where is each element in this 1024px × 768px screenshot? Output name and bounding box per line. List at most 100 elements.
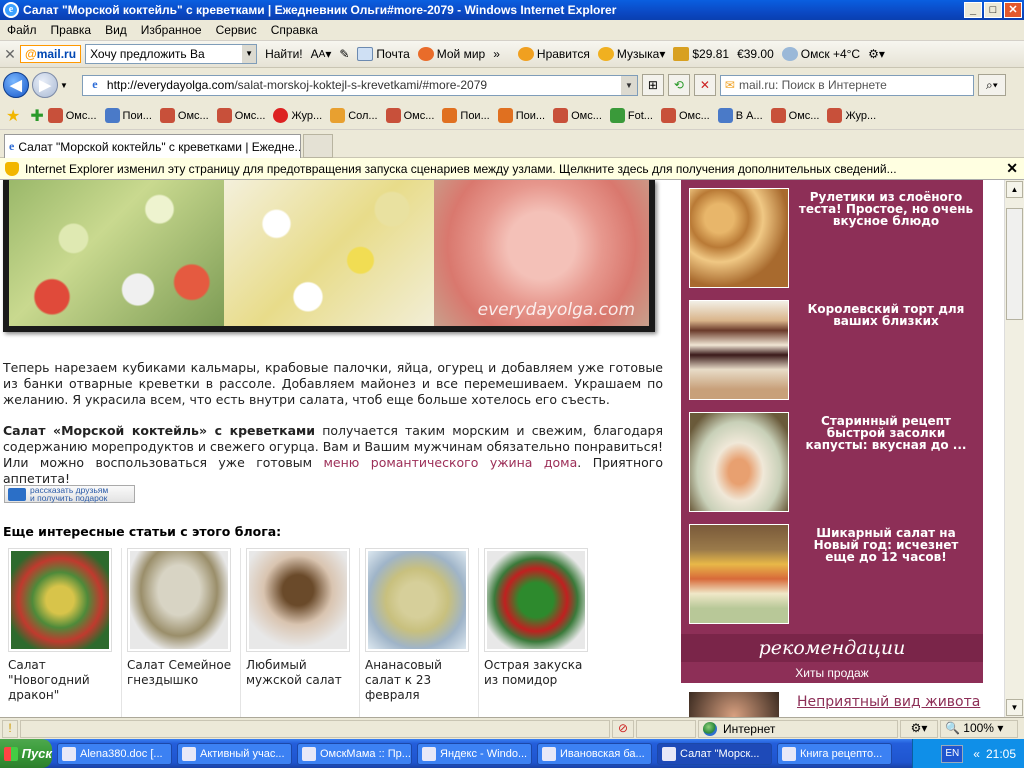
taskbar-item[interactable]: ОмскМама :: Пр... — [297, 742, 412, 765]
language-indicator[interactable]: EN — [941, 744, 964, 763]
favorite-link[interactable]: Сол... — [330, 108, 378, 123]
menu-tools[interactable]: Сервис — [209, 23, 264, 37]
related-post[interactable]: Салат "Новогодний дракон" — [3, 548, 122, 717]
security-zone[interactable]: Интернет — [698, 719, 898, 738]
favorite-link[interactable]: Fot... — [609, 108, 653, 123]
favorite-link[interactable]: Омс... — [385, 108, 434, 123]
sidebar-item[interactable]: Королевский торт для ваших близких — [687, 295, 977, 401]
related-caption[interactable]: Ананасовый салат к 23 февраля — [365, 658, 478, 703]
sidebar-item[interactable]: Рулетики из слоёного теста! Простое, но … — [687, 183, 977, 289]
recommended-link[interactable]: Неприятный вид живота — [797, 694, 980, 710]
protected-mode-icon[interactable]: ⚙▾ — [900, 719, 938, 738]
taskbar-item[interactable]: Ивановская ба... — [537, 742, 652, 765]
usd-rate[interactable]: $29.81 — [673, 47, 729, 61]
back-button[interactable]: ◀ — [3, 72, 29, 98]
menu-help[interactable]: Справка — [264, 23, 325, 37]
scrollbar-thumb[interactable] — [1006, 208, 1023, 320]
sidebar-item[interactable]: Старинный рецепт быстрой засолки капусты… — [687, 407, 977, 513]
sidebar-item-title[interactable]: Шикарный салат на Новый год: исчезнет ещ… — [797, 527, 975, 563]
mailru-logo[interactable]: @mail.ru — [20, 45, 82, 63]
compat-view-icon[interactable]: ⊞ — [641, 74, 664, 96]
my-world-button[interactable]: Мой мир — [417, 47, 485, 61]
sidebar-thumbnail[interactable] — [689, 300, 789, 400]
new-tab-button[interactable] — [303, 134, 333, 158]
related-post[interactable]: Салат Семейное гнездышко — [122, 548, 241, 717]
favorite-link[interactable]: Омс... — [553, 108, 602, 123]
add-favorite-icon[interactable]: ✚ — [30, 106, 43, 126]
sidebar-item-title[interactable]: Королевский торт для ваших близких — [797, 303, 975, 327]
close-icon[interactable]: ✕ — [1006, 160, 1018, 177]
stop-icon[interactable]: ✕ — [693, 74, 716, 96]
favorite-link[interactable]: Пои... — [442, 108, 490, 123]
more-chevron-icon[interactable]: » — [493, 47, 500, 61]
search-icon[interactable]: ⌕▾ — [977, 74, 1006, 96]
sidebar-thumbnail[interactable] — [689, 412, 789, 512]
related-thumbnail[interactable] — [127, 548, 231, 652]
eur-rate[interactable]: €39.00 — [737, 47, 774, 61]
related-thumbnail[interactable] — [8, 548, 112, 652]
related-caption[interactable]: Любимый мужской салат — [246, 658, 359, 688]
url-dropdown-icon[interactable]: ▼ — [620, 75, 637, 95]
related-post[interactable]: Ананасовый салат к 23 февраля — [360, 548, 479, 717]
taskbar-item[interactable]: Яндекс - Windo... — [417, 742, 532, 765]
menu-favorites[interactable]: Избранное — [134, 23, 209, 37]
sidebar-item-title[interactable]: Рулетики из слоёного теста! Простое, но … — [797, 191, 975, 227]
mailru-search-input[interactable]: Хочу предложить Ва ▼ — [85, 44, 258, 64]
favorites-star-icon[interactable]: ★ — [6, 106, 20, 126]
blocked-icon[interactable]: ⊘ — [612, 719, 634, 738]
web-search-input[interactable]: ✉ mail.ru: Поиск в Интернете — [719, 74, 974, 96]
settings-icon[interactable]: ⚙▾ — [868, 47, 885, 61]
related-caption[interactable]: Салат "Новогодний дракон" — [8, 658, 121, 703]
favorite-link[interactable]: Омс... — [159, 108, 209, 123]
menu-file[interactable]: Файл — [0, 23, 44, 37]
favorite-link[interactable]: Омс... — [770, 108, 819, 123]
taskbar-item[interactable]: Alena380.doc [... — [57, 742, 172, 765]
zoom-control[interactable]: 🔍 100% ▾ — [940, 719, 1018, 738]
related-thumbnail[interactable] — [484, 548, 588, 652]
related-thumbnail[interactable] — [365, 548, 469, 652]
menu-edit[interactable]: Правка — [44, 23, 99, 37]
maximize-button[interactable]: □ — [984, 2, 1002, 18]
related-thumbnail[interactable] — [246, 548, 350, 652]
sidebar-thumbnail[interactable] — [689, 524, 789, 624]
minimize-button[interactable]: _ — [964, 2, 982, 18]
related-caption[interactable]: Салат Семейное гнездышко — [127, 658, 240, 688]
start-button[interactable]: Пуск — [0, 739, 52, 768]
find-button[interactable]: Найти! — [265, 47, 303, 61]
sidebar-thumbnail[interactable] — [689, 188, 789, 288]
mail-button[interactable]: Почта — [357, 47, 410, 61]
warning-icon[interactable]: ! — [2, 719, 18, 738]
share-button[interactable]: рассказать друзьям и получить подарок — [4, 485, 135, 503]
favorite-link[interactable]: Пои... — [497, 108, 545, 123]
close-toolbar-icon[interactable]: ✕ — [0, 46, 20, 63]
info-bar[interactable]: Internet Explorer изменил эту страницу д… — [0, 158, 1024, 180]
recommended-thumbnail[interactable] — [689, 692, 779, 717]
favorite-link[interactable]: Жур... — [273, 108, 322, 123]
favorite-link[interactable]: В А... — [717, 108, 763, 123]
taskbar-item[interactable]: Книга рецепто... — [777, 742, 892, 765]
sidebar-item[interactable]: Шикарный салат на Новый год: исчезнет ещ… — [687, 519, 977, 625]
weather-button[interactable]: Омск +4°C — [781, 47, 860, 61]
music-button[interactable]: Музыка ▾ — [597, 47, 665, 61]
related-post[interactable]: Любимый мужской салат — [241, 548, 360, 717]
taskbar-item-active[interactable]: Салат "Морск... — [657, 742, 772, 765]
tray-chevron-icon[interactable]: « — [973, 747, 980, 761]
recommended-item[interactable]: Неприятный вид живота — [681, 684, 983, 717]
close-button[interactable]: ✕ — [1004, 2, 1022, 18]
romantic-dinner-link[interactable]: меню романтического ужина дома — [323, 455, 577, 470]
taskbar-item[interactable]: Активный учас... — [177, 742, 292, 765]
favorite-link[interactable]: Омс... — [47, 108, 97, 123]
refresh-icon[interactable]: ⟲ — [667, 74, 690, 96]
tab-current[interactable]: e Салат "Морской коктейль" с креветками … — [4, 134, 301, 158]
chevron-down-icon[interactable]: ▼ — [242, 45, 257, 63]
font-size-icon[interactable]: A A ▾ — [311, 47, 332, 61]
sidebar-item-title[interactable]: Старинный рецепт быстрой засолки капусты… — [797, 415, 975, 451]
related-caption[interactable]: Острая закуска из помидор — [484, 658, 598, 688]
url-field[interactable]: e http://everydayolga.com/salat-morskoj-… — [81, 74, 638, 96]
favorite-link[interactable]: Жур... — [827, 108, 876, 123]
clock[interactable]: 21:05 — [986, 747, 1016, 761]
favorite-link[interactable]: Пои... — [104, 108, 152, 123]
favorite-link[interactable]: Омс... — [660, 108, 710, 123]
related-post[interactable]: Острая закуска из помидор — [479, 548, 598, 717]
scroll-down-icon[interactable]: ▼ — [1006, 699, 1023, 716]
